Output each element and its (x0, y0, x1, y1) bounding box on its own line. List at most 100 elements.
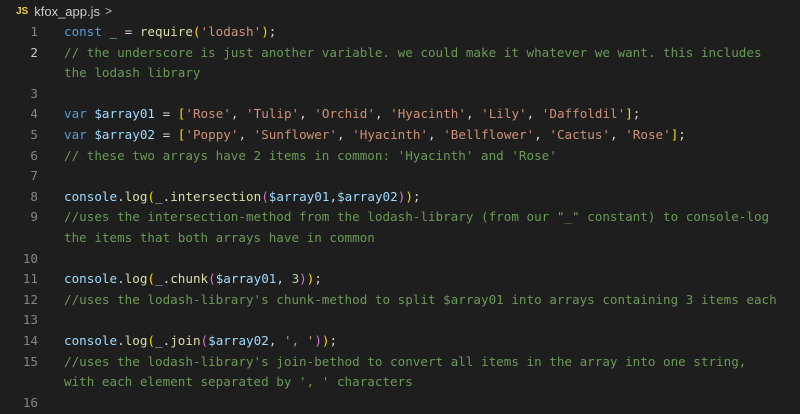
code-token: , (374, 106, 391, 122)
code-token: , (610, 126, 626, 142)
code-line[interactable]: 1 const _ = require('lodash'); (0, 22, 800, 43)
code-text[interactable]: console.log(_.chunk($array01, 3)); (38, 269, 322, 290)
line-number: 16 (22, 394, 38, 410)
line-number: 4 (30, 106, 38, 122)
code-text[interactable] (38, 249, 64, 270)
code-token: // the underscore is just another variab… (64, 44, 762, 60)
code-line[interactable]: 8 console.log(_.intersection($array01,$ar… (0, 187, 800, 208)
code-token: 'Hyacinth' (352, 126, 429, 142)
code-token: , (329, 188, 338, 204)
code-line[interactable]: 9 //uses the intersection-method from the… (0, 207, 800, 228)
code-token: = (162, 106, 178, 122)
code-token: _ (155, 188, 163, 204)
code-token: ; (268, 24, 277, 39)
code-token: ( (261, 188, 269, 204)
code-token: log (124, 188, 148, 204)
code-line[interactable]: 4 var $array01 = ['Rose', 'Tulip', 'Orchi… (0, 104, 800, 125)
code-token: the lodash library (64, 65, 201, 81)
code-token: _ (155, 271, 163, 287)
code-line[interactable]: with each element separated by ', ' char… (0, 372, 800, 393)
code-line[interactable]: 3 (0, 84, 800, 105)
code-token: //uses the intersection-method from the … (64, 209, 770, 225)
code-token: 'Rose' (625, 126, 671, 142)
code-line[interactable]: 7 (0, 166, 800, 187)
code-text[interactable]: console.log(_.intersection($array01,$arr… (38, 187, 421, 208)
code-line[interactable]: the lodash library (0, 63, 800, 84)
code-line[interactable]: 15 //uses the lodash-library's join-betho… (0, 352, 800, 373)
code-text[interactable]: //uses the lodash-library's join-bethod … (38, 352, 746, 373)
code-text[interactable]: // the underscore is just another variab… (38, 43, 762, 64)
code-text[interactable] (38, 84, 64, 105)
code-token: //uses the lodash-library's join-bethod … (64, 353, 747, 369)
code-text[interactable]: with each element separated by ', ' char… (38, 372, 413, 393)
code-token: , (276, 271, 292, 287)
line-number: 8 (30, 188, 38, 204)
code-editor[interactable]: 1 const _ = require('lodash'); 2// the und… (0, 22, 800, 414)
line-number (0, 372, 38, 393)
code-token: var (64, 126, 95, 142)
javascript-file-icon: JS (16, 5, 29, 17)
code-text[interactable]: var $array01 = ['Rose', 'Tulip', 'Orchid… (38, 104, 640, 125)
line-number: 6 (30, 147, 38, 163)
code-text[interactable] (38, 393, 64, 414)
code-token: $array01 (215, 271, 277, 287)
code-text[interactable]: //uses the intersection-method from the … (38, 207, 769, 228)
code-text[interactable] (38, 310, 64, 331)
code-line[interactable]: 13 (0, 310, 800, 331)
code-token: , (238, 126, 254, 142)
code-text[interactable]: // these two arrays have 2 items in comm… (38, 146, 557, 167)
code-token: $array02 (94, 126, 163, 142)
code-token: = (124, 24, 140, 39)
code-line[interactable]: 6 // these two arrays have 2 items in com… (0, 146, 800, 167)
code-token: intersection (170, 188, 262, 204)
code-token: ) (321, 332, 330, 348)
line-number (0, 228, 38, 249)
code-token: , (534, 126, 550, 142)
code-token: log (124, 271, 148, 287)
line-number: 9 (30, 209, 38, 225)
code-line[interactable]: the items that both arrays have in commo… (0, 228, 800, 249)
code-token: 'Bellflower' (443, 126, 535, 142)
line-number: 10 (22, 250, 38, 266)
code-line[interactable]: 11 console.log(_.chunk($array01, 3)); (0, 269, 800, 290)
code-token: console (64, 271, 118, 287)
code-line[interactable]: 10 (0, 249, 800, 270)
code-text[interactable] (38, 166, 64, 187)
code-token: , (428, 126, 444, 142)
code-text[interactable]: //uses the lodash-library's chunk-method… (38, 290, 777, 311)
code-text[interactable]: the items that both arrays have in commo… (38, 228, 375, 249)
code-text[interactable]: const _ = require('lodash'); (38, 22, 276, 43)
code-line[interactable]: 5 var $array02 = ['Poppy', 'Sunflower', '… (0, 125, 800, 146)
code-token: console (64, 332, 118, 348)
code-token: 'Poppy' (185, 126, 239, 142)
code-token: ; (632, 106, 641, 122)
code-token: = (162, 126, 178, 142)
code-token: 'Sunflower' (253, 126, 338, 142)
code-line[interactable]: 16 (0, 393, 800, 414)
code-token: , (268, 332, 284, 348)
code-text[interactable]: the lodash library (38, 63, 200, 84)
code-token: 'Daffoldil' (541, 106, 626, 122)
code-token: //uses the lodash-library's chunk-method… (64, 291, 777, 307)
code-token: const (64, 24, 110, 39)
line-number: 13 (22, 312, 38, 328)
code-token: ( (200, 332, 209, 348)
code-token: $array02 (337, 188, 398, 204)
code-line[interactable]: 12 //uses the lodash-library's chunk-meth… (0, 290, 800, 311)
code-text[interactable]: console.log(_.join($array02, ', ')); (38, 331, 337, 352)
code-line[interactable]: 2 // the underscore is just another varia… (0, 43, 800, 64)
code-token: ] (625, 106, 633, 122)
line-number: 3 (30, 85, 38, 101)
chevron-right-icon[interactable]: > (105, 4, 112, 18)
code-token: with each element separated by ', ' char… (64, 374, 413, 390)
breadcrumb-file-name[interactable]: kfox_app.js (34, 4, 100, 19)
code-text[interactable]: var $array02 = ['Poppy', 'Sunflower', 'H… (38, 125, 686, 146)
line-number: 1 (30, 24, 38, 39)
code-token: the items that both arrays have in commo… (64, 229, 375, 245)
code-token: _ (109, 24, 125, 39)
code-line[interactable]: 14 console.log(_.join($array02, ', ')); (0, 331, 800, 352)
code-token: ) (299, 271, 307, 287)
line-number: 15 (22, 353, 38, 369)
code-token: , (526, 106, 542, 122)
code-token: chunk (170, 271, 209, 287)
